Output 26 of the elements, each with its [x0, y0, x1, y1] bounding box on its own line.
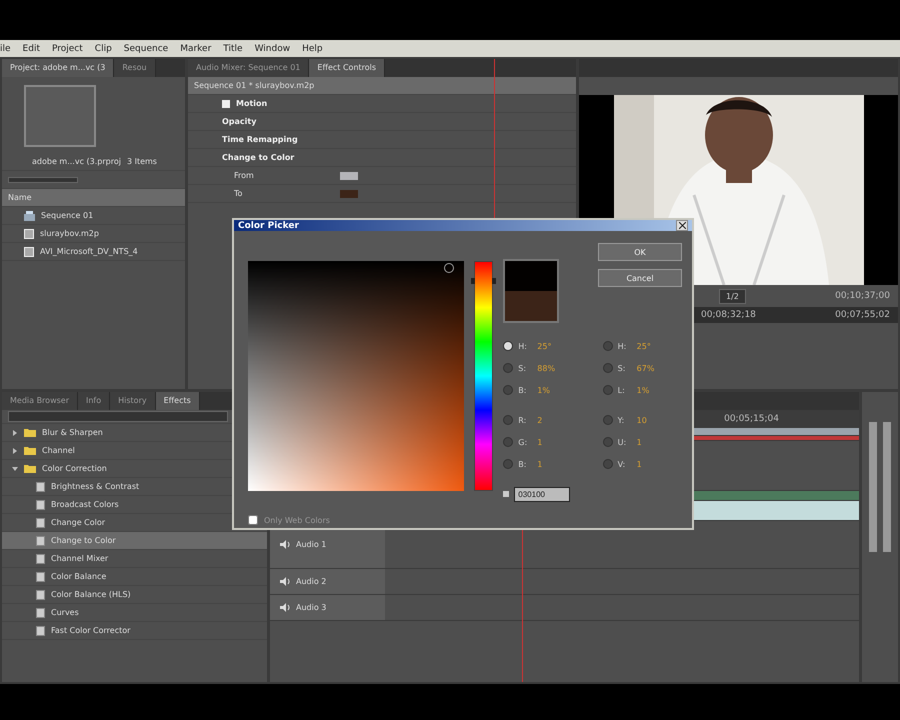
- field-label: U:: [618, 438, 628, 446]
- field-label: R:: [518, 416, 528, 424]
- checkbox-label: Only Web Colors: [264, 516, 330, 524]
- field-label: G:: [518, 438, 528, 446]
- in-timecode: 00;08;32;18: [701, 310, 756, 320]
- dialog-title: Color Picker: [238, 220, 299, 230]
- field-label: H:: [518, 342, 528, 350]
- timeline-timecode: 00;05;15;04: [724, 414, 779, 424]
- field-label: S:: [518, 364, 528, 372]
- duration-timecode: 00;10;37;00: [835, 291, 890, 301]
- out-timecode: 00;07;55;02: [835, 310, 890, 320]
- property-label: From: [234, 171, 255, 180]
- field-label: B:: [518, 386, 528, 394]
- field-label: B:: [518, 460, 528, 468]
- project-name: adobe m...vc (3.prproj: [32, 157, 121, 166]
- sequence-header: Sequence 01 * sluraybov.m2p: [194, 81, 314, 90]
- item-count: 3 Items: [126, 157, 157, 166]
- field-label: Y:: [618, 416, 626, 424]
- field-label: L:: [618, 386, 626, 394]
- property-label: To: [234, 189, 244, 198]
- field-label: V:: [618, 460, 626, 468]
- track-name: Audio 2: [296, 577, 326, 586]
- field-label: H:: [618, 342, 628, 350]
- track-name: Audio 1: [296, 540, 326, 549]
- track-name: Audio 3: [296, 603, 326, 612]
- field-label: S:: [618, 364, 626, 372]
